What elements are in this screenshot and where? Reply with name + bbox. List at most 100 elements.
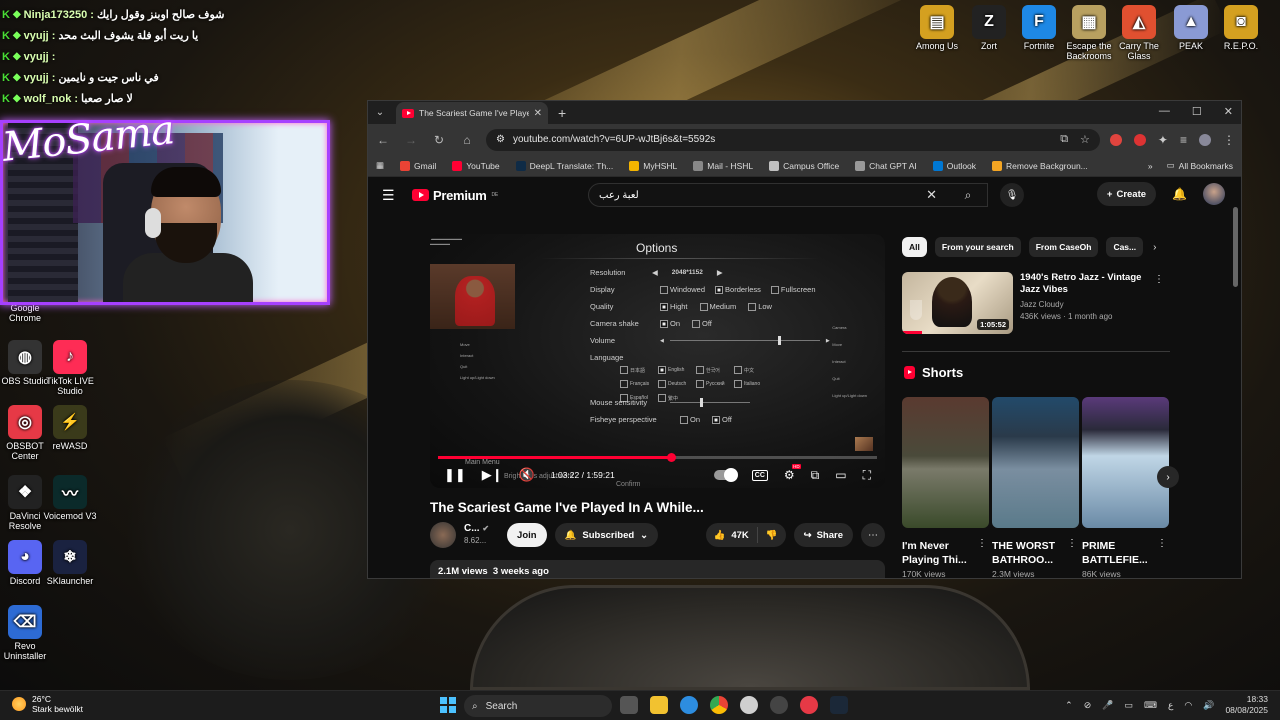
filter-chip[interactable]: All: [902, 237, 927, 257]
keyboard-icon[interactable]: ⌨: [1144, 700, 1157, 711]
home-icon[interactable]: ⌂: [458, 133, 476, 147]
create-button[interactable]: + Create: [1096, 182, 1157, 206]
tray-overflow-icon[interactable]: ⌃: [1065, 700, 1073, 711]
share-button[interactable]: ↪ Share: [793, 523, 853, 547]
close-window-icon[interactable]: ✕: [1224, 105, 1233, 118]
short-menu-icon[interactable]: ⋮: [977, 538, 987, 549]
option-borderless[interactable]: Borderless: [715, 285, 761, 295]
hamburger-menu-icon[interactable]: ☰: [382, 187, 402, 204]
forward-icon[interactable]: →: [402, 133, 420, 147]
tab-youtube[interactable]: The Scariest Game I've Played In A While…: [396, 102, 548, 124]
bookmark-item[interactable]: Gmail: [400, 160, 436, 171]
desktop-icon[interactable]: 〰 Voicemod V3: [39, 475, 101, 521]
short-thumbnail[interactable]: [1082, 397, 1169, 528]
volume-slider[interactable]: [669, 336, 820, 345]
bookmark-star-icon[interactable]: ☆: [1080, 133, 1090, 146]
autoplay-toggle[interactable]: [713, 468, 738, 482]
mouse-sensitivity-slider[interactable]: [670, 398, 750, 407]
microphone-icon[interactable]: 🎙: [1000, 183, 1024, 207]
bookmark-item[interactable]: Campus Office: [769, 160, 839, 171]
desktop-icon[interactable]: ⌫ Revo Uninstaller: [0, 605, 56, 661]
windows-start-icon[interactable]: [440, 697, 456, 713]
bookmark-item[interactable]: Outlook: [932, 160, 976, 171]
close-tab-icon[interactable]: ✕: [534, 108, 542, 119]
desktop-icon[interactable]: ⚡ reWASD: [39, 405, 101, 451]
extension-icon[interactable]: [1133, 133, 1146, 146]
profile-avatar[interactable]: [1199, 133, 1211, 146]
desktop-icon[interactable]: ❄ SKlauncher: [39, 540, 101, 586]
recommended-thumbnail[interactable]: 1:05:52: [902, 272, 1013, 334]
video-menu-icon[interactable]: ⋮: [1154, 274, 1164, 285]
mute-icon[interactable]: 🔇: [519, 467, 535, 483]
filter-chip[interactable]: From CaseOh: [1028, 237, 1099, 257]
bookmark-item[interactable]: Chat GPT AI: [855, 160, 917, 171]
desktop-icon[interactable]: ◙ R.E.P.O.: [1210, 5, 1272, 51]
task-view-icon[interactable]: [620, 696, 638, 714]
prev-resolution-icon[interactable]: ◀: [652, 268, 658, 277]
bookmark-item[interactable]: Mail - HSHL: [693, 160, 753, 171]
shorts-next-icon[interactable]: ›: [1157, 466, 1179, 488]
short-menu-icon[interactable]: ⋮: [1067, 538, 1077, 549]
apps-grid-icon[interactable]: ▦: [376, 160, 384, 171]
option-off[interactable]: Off: [712, 415, 732, 425]
filter-chip[interactable]: From your search: [934, 237, 1021, 257]
clear-search-icon[interactable]: ✕: [926, 187, 937, 203]
short-item[interactable]: I'm Never Playing Thi... 170K views ⋮: [902, 397, 989, 578]
network-off-icon[interactable]: ⊘: [1084, 700, 1092, 711]
url-input[interactable]: ⚙ youtube.com/watch?v=6UP-wJtBj6s&t=5592…: [486, 128, 1100, 151]
obsbot-icon[interactable]: [800, 696, 818, 714]
option-on[interactable]: On: [680, 415, 700, 425]
media-controls-icon[interactable]: ≡: [1180, 133, 1187, 147]
maximize-icon[interactable]: ☐: [1192, 105, 1202, 118]
new-tab-icon[interactable]: +: [558, 105, 566, 121]
option-hight[interactable]: Hight: [660, 302, 688, 312]
fullscreen-icon[interactable]: ⛶: [863, 468, 871, 483]
more-actions-icon[interactable]: ⋯: [861, 523, 885, 547]
weather-widget[interactable]: 26°C Stark bewölkt: [12, 694, 83, 714]
option-off[interactable]: Off: [692, 319, 712, 329]
channel-info[interactable]: C... ✔ 8.62...: [464, 523, 489, 547]
option-on[interactable]: On: [660, 319, 680, 329]
short-item[interactable]: THE WORST BATHROO... 2.3M views ⋮: [992, 397, 1079, 578]
steam-icon[interactable]: [830, 696, 848, 714]
pause-icon[interactable]: ❚❚: [444, 467, 466, 483]
like-button[interactable]: 👍 47K: [706, 527, 758, 543]
site-info-icon[interactable]: ⚙: [496, 134, 505, 145]
settings-gear-icon[interactable]: ⚙ HD: [784, 464, 801, 482]
next-resolution-icon[interactable]: ▶: [717, 268, 723, 277]
miniplayer-icon[interactable]: ⧉: [811, 468, 820, 483]
filter-chip[interactable]: Cas...: [1106, 237, 1144, 257]
extensions-puzzle-icon[interactable]: ✦: [1158, 133, 1168, 147]
account-avatar[interactable]: [1203, 183, 1225, 205]
volume-icon[interactable]: 🔊: [1203, 700, 1214, 711]
subscribed-button[interactable]: 🔔 Subscribed ⌄: [554, 523, 659, 547]
edge-icon[interactable]: [680, 696, 698, 714]
bookmark-item[interactable]: Remove Backgroun...: [992, 160, 1088, 171]
wifi-icon[interactable]: ◠: [1184, 700, 1192, 711]
next-video-icon[interactable]: ▶❙: [482, 467, 503, 483]
option-medium[interactable]: Medium: [699, 302, 736, 312]
theater-mode-icon[interactable]: ▭: [835, 468, 846, 482]
obs-icon[interactable]: [770, 696, 788, 714]
short-item[interactable]: PRIME BATTLEFIE... 86K views ⋮: [1082, 397, 1169, 578]
option-low[interactable]: Low: [748, 302, 772, 312]
option-windowed[interactable]: Windowed: [660, 285, 705, 295]
minimize-icon[interactable]: —: [1159, 105, 1170, 118]
chrome-icon[interactable]: [710, 696, 728, 714]
channel-avatar[interactable]: [430, 522, 456, 548]
taskbar-search[interactable]: ⌕ Search: [464, 695, 612, 717]
bookmarks-overflow-icon[interactable]: »: [1148, 161, 1153, 171]
youtube-logo[interactable]: Premium DE: [412, 188, 498, 203]
bookmark-item[interactable]: DeepL Translate: Th...: [515, 160, 613, 171]
reload-icon[interactable]: ↻: [430, 133, 448, 147]
mic-icon[interactable]: 🎤: [1102, 700, 1113, 711]
video-progress-bar[interactable]: [438, 453, 877, 462]
clock[interactable]: 18:33 08/08/2025: [1225, 694, 1268, 716]
short-thumbnail[interactable]: [992, 397, 1079, 528]
captions-icon[interactable]: CC: [751, 469, 768, 481]
all-bookmarks[interactable]: ▭ All Bookmarks: [1167, 160, 1233, 171]
video-player[interactable]: ▬▬▬▬▬▬▬▬ ▬▬▬▬▬ Move Interact Quit Light up/L…: [430, 234, 885, 488]
description-box[interactable]: 2.1M views 3 weeks ago: [430, 560, 885, 578]
option-fullscreen[interactable]: Fullscreen: [770, 285, 816, 295]
join-button[interactable]: Join: [507, 523, 547, 547]
